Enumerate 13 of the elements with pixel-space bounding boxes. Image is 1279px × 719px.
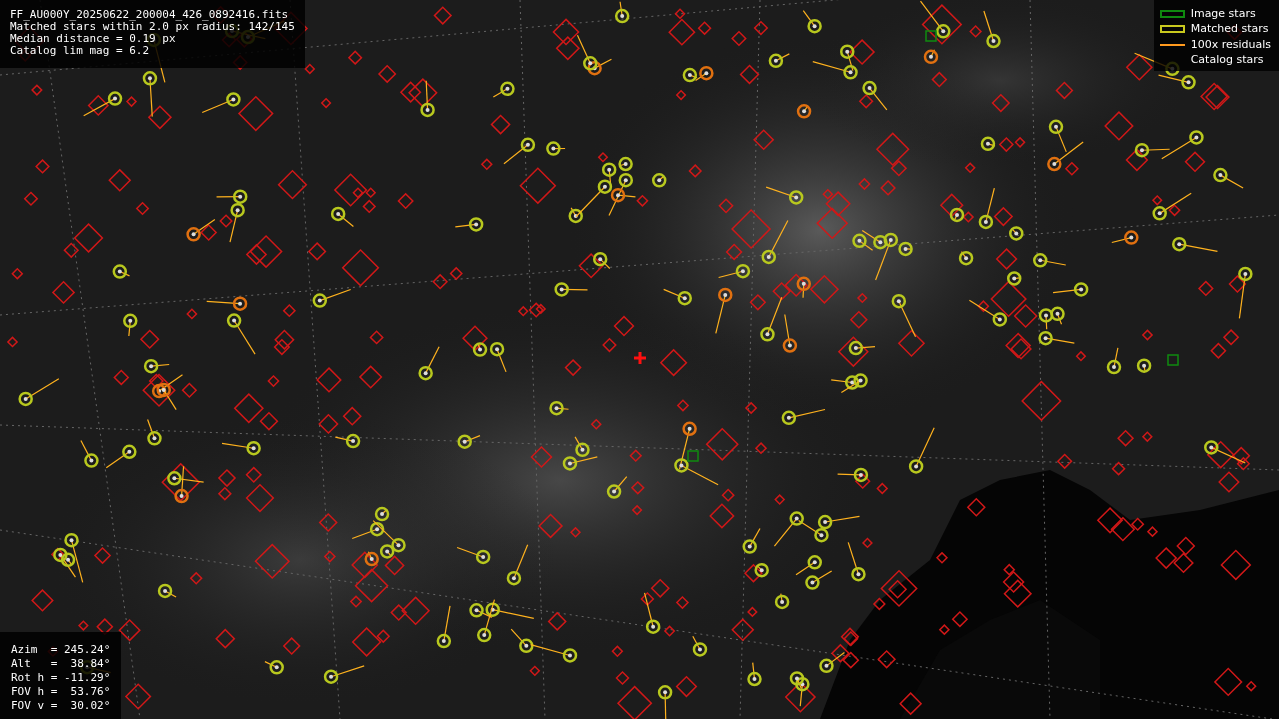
legend-label: 100x residuals	[1190, 38, 1271, 51]
pointing-text: Alt = 38.84°	[11, 657, 111, 671]
pointing-text: Azim = 245.24°	[11, 643, 111, 657]
legend-label: Image stars	[1190, 7, 1256, 20]
info-text: Matched stars within 2.0 px radius: 142/145	[10, 21, 295, 33]
legend-label: Catalog stars	[1190, 54, 1264, 67]
info-text: FF_AU000Y_20250622_200004_426_0892416.fits	[10, 9, 290, 21]
pointing-text: FOV v = 30.02°	[11, 699, 111, 713]
pointing-text: FOV h = 53.76°	[11, 685, 111, 699]
pointing-text: Rot h = -11.29°	[11, 671, 111, 685]
legend-label: Matched stars	[1190, 23, 1269, 36]
info-text: Median distance = 0.19 px	[10, 33, 177, 45]
info-text: Catalog lim mag = 6.2	[10, 45, 151, 57]
